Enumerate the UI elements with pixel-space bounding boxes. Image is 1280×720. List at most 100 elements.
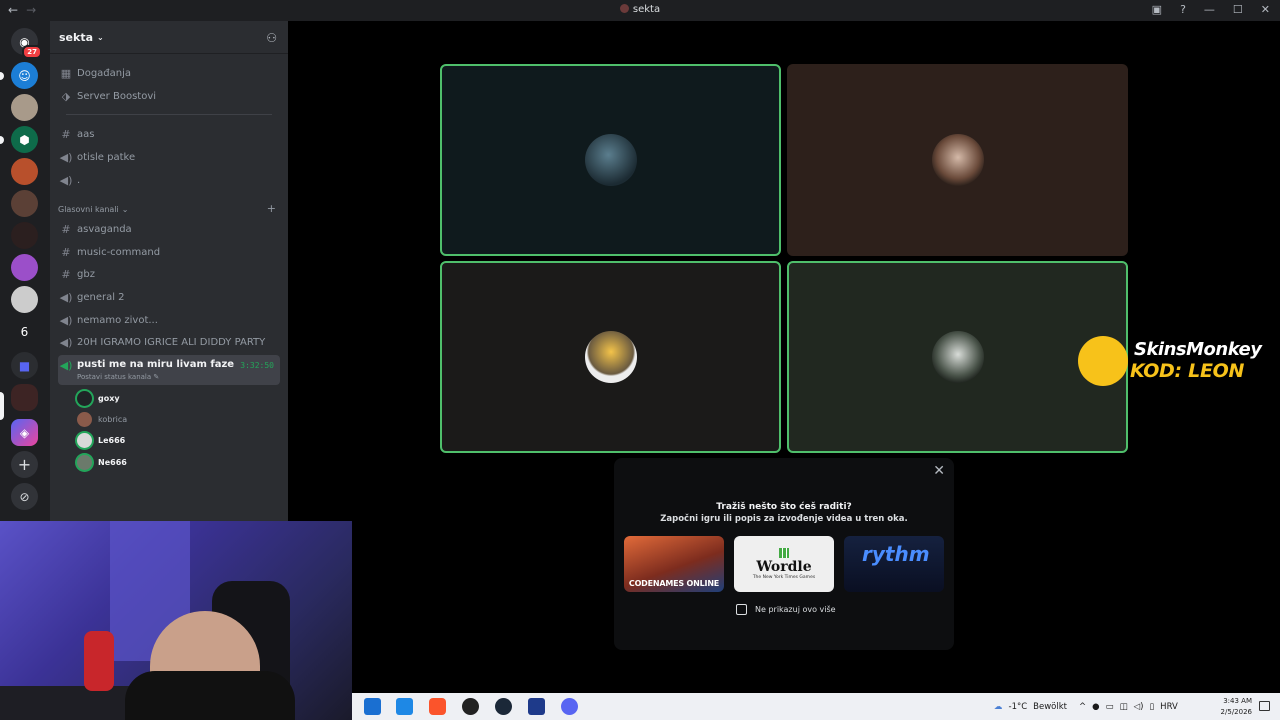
weather-icon[interactable]: ☁ — [994, 702, 1003, 712]
popup-subtitle: Započni igru ili popis za izvođenje vide… — [660, 514, 908, 524]
server-icon-7[interactable] — [11, 254, 38, 281]
selected-pip — [0, 392, 4, 420]
voice-user-name: Ne666 — [98, 457, 127, 467]
channel-label: asvaganda — [77, 223, 132, 235]
voice-user[interactable]: kobrica — [77, 410, 127, 428]
clock[interactable]: 3:43 AM 2/5/2026 — [1221, 696, 1252, 718]
add-server-icon[interactable]: + — [11, 451, 38, 478]
windows-taskbar: ☁ -1°C Bewölkt ^ ● ▭ ◫ ◁) ▯ HRV 3:43 AM … — [352, 693, 1280, 720]
activity-card-wordle[interactable]: Wordle The New York Times Games — [734, 536, 834, 592]
screen-share-icon[interactable]: ▣ — [1152, 3, 1162, 16]
steam-icon[interactable] — [495, 698, 512, 715]
channel-gbz[interactable]: # gbz — [58, 264, 280, 284]
category-header[interactable]: Glasovni kanali ⌄ + — [58, 202, 276, 215]
speaker-icon: ◀) — [59, 313, 73, 327]
voice-tile-goxy[interactable] — [440, 64, 781, 256]
channel-music-command[interactable]: # music-command — [58, 242, 280, 262]
language-indicator[interactable]: HRV — [1160, 702, 1178, 712]
checkbox-label: Ne prikazuj ovo više — [755, 605, 836, 614]
channel-status-link[interactable]: Postavi status kanala ✎ — [77, 373, 159, 381]
avatar — [77, 390, 92, 406]
wordle-grid-icon — [779, 548, 789, 558]
activity-popup: ✕ Tražiš nešto što ćeš raditi? Započni i… — [614, 458, 954, 650]
voice-tile-ne666[interactable] — [787, 261, 1128, 453]
channel-otisle-patke[interactable]: ◀) otisle patke — [58, 147, 280, 167]
minimize-button[interactable]: — — [1204, 3, 1215, 16]
app-icon[interactable] — [528, 698, 545, 715]
hash-icon: # — [61, 267, 71, 281]
voice-tile-kobrica[interactable] — [787, 64, 1128, 256]
server-rail: ◉ 27 ☺ ⬢ 6 ■ ◈ + ⊘ — [0, 21, 50, 521]
channel-active-voice[interactable]: ◀) pusti me na miru livam faze 3:32:50 P… — [58, 355, 280, 385]
microphone — [84, 631, 114, 691]
activity-card-codenames[interactable]: CODENAMES ONLINE — [624, 536, 724, 592]
close-icon[interactable]: ✕ — [933, 463, 945, 479]
dont-show-again-checkbox[interactable]: Ne prikazuj ovo više — [736, 604, 836, 615]
voice-user[interactable]: Le666 — [77, 431, 125, 449]
monkey-logo-icon — [1078, 336, 1128, 386]
close-button[interactable]: ✕ — [1261, 3, 1270, 16]
store-icon[interactable] — [396, 698, 413, 715]
obs-icon[interactable] — [462, 698, 479, 715]
sidebar-item-boosts[interactable]: ⬗ Server Boostovi — [58, 86, 280, 106]
server-icon-smiley[interactable]: ☺ — [11, 62, 38, 89]
speaker-active-icon: ◀) — [59, 359, 73, 372]
server-icon-5[interactable] — [11, 190, 38, 217]
divider — [66, 114, 272, 115]
server-icon-sekta[interactable] — [11, 384, 38, 411]
server-icon-4[interactable] — [11, 158, 38, 185]
server-icon-3[interactable]: ⬢ — [11, 126, 38, 153]
speaker-icon: ◀) — [59, 173, 73, 187]
channel-asvaganda[interactable]: # asvaganda — [58, 219, 280, 239]
file-explorer-icon[interactable] — [364, 698, 381, 715]
channel-sidebar: sekta ⌄ ⚇ ▦ Događanja ⬗ Server Boostovi … — [50, 21, 288, 521]
card-title: rythm — [862, 542, 930, 566]
direct-messages-button[interactable]: ◉ 27 — [11, 28, 42, 59]
server-header[interactable]: sekta ⌄ ⚇ — [50, 21, 288, 54]
invite-people-icon[interactable]: ⚇ — [266, 31, 277, 45]
help-icon[interactable]: ? — [1180, 3, 1186, 16]
voice-tile-le666[interactable] — [440, 261, 781, 453]
channel-general-2[interactable]: ◀) general 2 — [58, 287, 280, 307]
activity-card-rythm[interactable]: rythm — [844, 536, 944, 592]
voice-user-name: kobrica — [98, 414, 128, 424]
voice-user[interactable]: Ne666 — [77, 453, 127, 471]
server-icon-2[interactable] — [11, 94, 38, 121]
avatar — [931, 331, 984, 383]
network-icon[interactable]: ◫ — [1120, 702, 1128, 712]
usb-icon[interactable]: ▭ — [1106, 702, 1114, 712]
checkbox-icon[interactable] — [736, 604, 747, 615]
weather-desc: Bewölkt — [1033, 701, 1068, 712]
voice-user[interactable]: goxy — [77, 389, 120, 407]
discord-taskbar-icon[interactable] — [561, 698, 578, 715]
chevron-down-icon: ⌄ — [97, 32, 104, 42]
server-icon-6[interactable] — [11, 222, 38, 249]
channel-dot[interactable]: ◀) . — [58, 170, 280, 190]
sidebar-item-events[interactable]: ▦ Događanja — [58, 63, 280, 83]
brave-icon[interactable] — [429, 698, 446, 715]
popup-title: Tražiš nešto što ćeš raditi? — [716, 502, 852, 512]
avatar — [584, 134, 637, 186]
maximize-button[interactable]: ☐ — [1233, 3, 1243, 16]
channel-label: gbz — [77, 268, 95, 280]
channel-aas[interactable]: # aas — [58, 124, 280, 144]
add-channel-icon[interactable]: + — [267, 202, 276, 215]
microphone-icon[interactable]: ● — [1092, 702, 1099, 712]
folder-icon[interactable]: ■ — [11, 352, 38, 379]
server-folder-count[interactable]: 6 — [11, 318, 38, 345]
chevron-down-icon: ⌄ — [121, 205, 129, 214]
channel-label: nemamo zivot... — [77, 314, 158, 326]
speaker-icon: ◀) — [59, 150, 73, 164]
battery-icon[interactable]: ▯ — [1149, 702, 1154, 712]
channel-20h-igramo[interactable]: ◀) 20H IGRAMO IGRICE ALI DIDDY PARTY — [58, 332, 280, 352]
chevron-up-icon[interactable]: ^ — [1079, 702, 1086, 712]
discover-icon[interactable]: ⊘ — [11, 483, 38, 510]
server-icon-app[interactable]: ◈ — [11, 419, 38, 446]
channel-nemamo-zivot[interactable]: ◀) nemamo zivot... — [58, 310, 280, 330]
server-icon-8[interactable] — [11, 286, 38, 313]
streamer-shirt — [125, 671, 295, 720]
notification-icon[interactable] — [1259, 701, 1270, 711]
speaker-icon: ◀) — [59, 290, 73, 304]
speaker-icon: ◀) — [59, 335, 73, 349]
volume-icon[interactable]: ◁) — [1134, 702, 1144, 712]
